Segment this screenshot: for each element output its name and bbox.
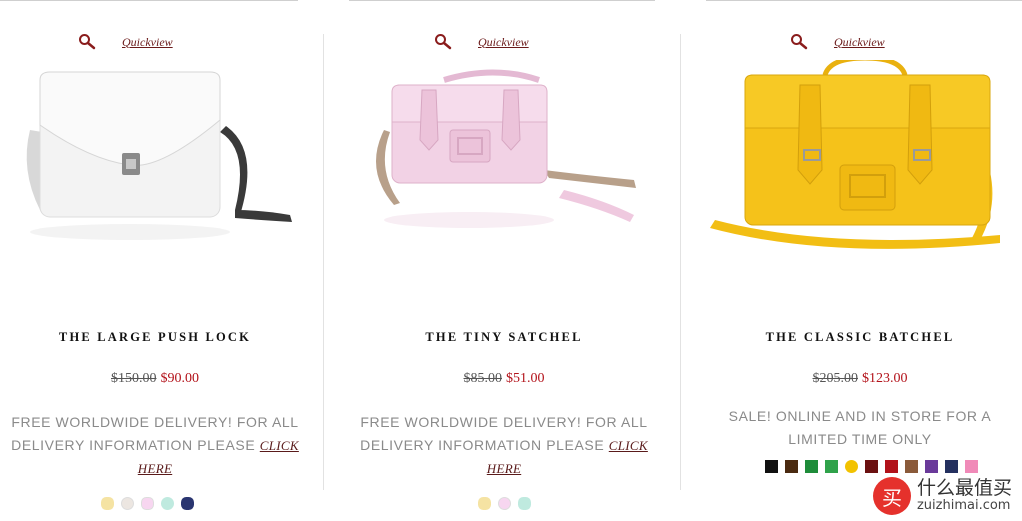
desc-line: DELIVERY INFORMATION PLEASE CLICK (0, 434, 310, 457)
watermark-logo: 买 (872, 477, 911, 515)
column-divider (680, 34, 681, 490)
product-image[interactable] (710, 60, 1010, 260)
color-swatches (765, 460, 978, 473)
product-image[interactable] (354, 60, 654, 260)
desc-text: DELIVERY INFORMATION PLEASE (11, 437, 256, 453)
quickview-control[interactable]: Quickview (78, 32, 173, 52)
color-swatch[interactable] (161, 497, 174, 510)
color-swatch[interactable] (905, 460, 918, 473)
color-swatch[interactable] (181, 497, 194, 510)
old-price: $85.00 (463, 371, 503, 386)
product-card: Quickview THE CLASSIC BATCHEL $205.00 $12… (710, 0, 1010, 521)
color-swatch[interactable] (478, 497, 491, 510)
desc-line: HERE (354, 457, 654, 480)
price: $150.00 $90.00 (0, 371, 310, 387)
watermark: 买 什么最值买 zuizhimai.com (872, 477, 1012, 515)
desc-text: DELIVERY INFORMATION PLEASE (360, 437, 605, 453)
product-title[interactable]: THE CLASSIC BATCHEL (710, 330, 1010, 345)
color-swatch[interactable] (498, 497, 511, 510)
color-swatch[interactable] (101, 497, 114, 510)
old-price: $150.00 (111, 371, 157, 386)
desc-line: FREE WORLDWIDE DELIVERY! FOR ALL (360, 414, 648, 430)
color-swatch[interactable] (121, 497, 134, 510)
quickview-link[interactable]: Quickview (834, 35, 885, 50)
sale-price: $90.00 (160, 371, 200, 386)
color-swatches (101, 497, 194, 510)
color-swatch[interactable] (765, 460, 778, 473)
color-swatch[interactable] (845, 460, 858, 473)
here-link[interactable]: HERE (138, 461, 172, 476)
product-card: Quickview THE TINY SATCHEL $85.00 $51.00 … (354, 0, 654, 521)
color-swatch[interactable] (885, 460, 898, 473)
magnifier-icon[interactable] (790, 33, 808, 51)
product-description: FREE WORLDWIDE DELIVERY! FOR ALL DELIVER… (0, 411, 310, 480)
quickview-control[interactable]: Quickview (790, 32, 885, 52)
watermark-url: zuizhimai.com (916, 498, 1011, 514)
sale-price: $51.00 (506, 371, 545, 386)
color-swatch[interactable] (945, 460, 958, 473)
color-swatch[interactable] (865, 460, 878, 473)
desc-line: FREE WORLDWIDE DELIVERY! FOR ALL (11, 414, 299, 430)
desc-line: HERE (0, 457, 310, 480)
color-swatch[interactable] (825, 460, 838, 473)
magnifier-icon[interactable] (78, 33, 96, 51)
quickview-control[interactable]: Quickview (434, 32, 529, 52)
click-link[interactable]: CLICK (609, 438, 648, 453)
sale-price: $123.00 (862, 371, 908, 386)
magnifier-icon[interactable] (434, 33, 452, 51)
color-swatch[interactable] (965, 460, 978, 473)
color-swatches (478, 497, 531, 510)
watermark-cn: 什么最值买 (916, 477, 1012, 500)
color-swatch[interactable] (141, 497, 154, 510)
product-card: Quickview THE LARGE PUSH LOCK $150.00 $90… (0, 0, 310, 521)
column-divider (323, 34, 324, 490)
price: $205.00 $123.00 (710, 371, 1010, 387)
color-swatch[interactable] (785, 460, 798, 473)
click-link[interactable]: CLICK (260, 438, 299, 453)
product-image[interactable] (10, 60, 310, 260)
product-description: FREE WORLDWIDE DELIVERY! FOR ALL DELIVER… (354, 411, 654, 480)
quickview-link[interactable]: Quickview (122, 35, 173, 50)
color-swatch[interactable] (805, 460, 818, 473)
old-price: $205.00 (812, 371, 859, 386)
quickview-link[interactable]: Quickview (478, 35, 529, 50)
product-title[interactable]: THE TINY SATCHEL (354, 330, 654, 345)
desc-line: DELIVERY INFORMATION PLEASE CLICK (354, 434, 654, 457)
desc-line: SALE! ONLINE AND IN STORE FOR A (728, 408, 992, 424)
product-description: SALE! ONLINE AND IN STORE FOR A LIMITED … (710, 405, 1010, 451)
color-swatch[interactable] (925, 460, 938, 473)
product-title[interactable]: THE LARGE PUSH LOCK (0, 330, 310, 345)
price: $85.00 $51.00 (354, 371, 654, 387)
color-swatch[interactable] (518, 497, 531, 510)
desc-line: LIMITED TIME ONLY (788, 431, 932, 447)
here-link[interactable]: HERE (487, 461, 521, 476)
